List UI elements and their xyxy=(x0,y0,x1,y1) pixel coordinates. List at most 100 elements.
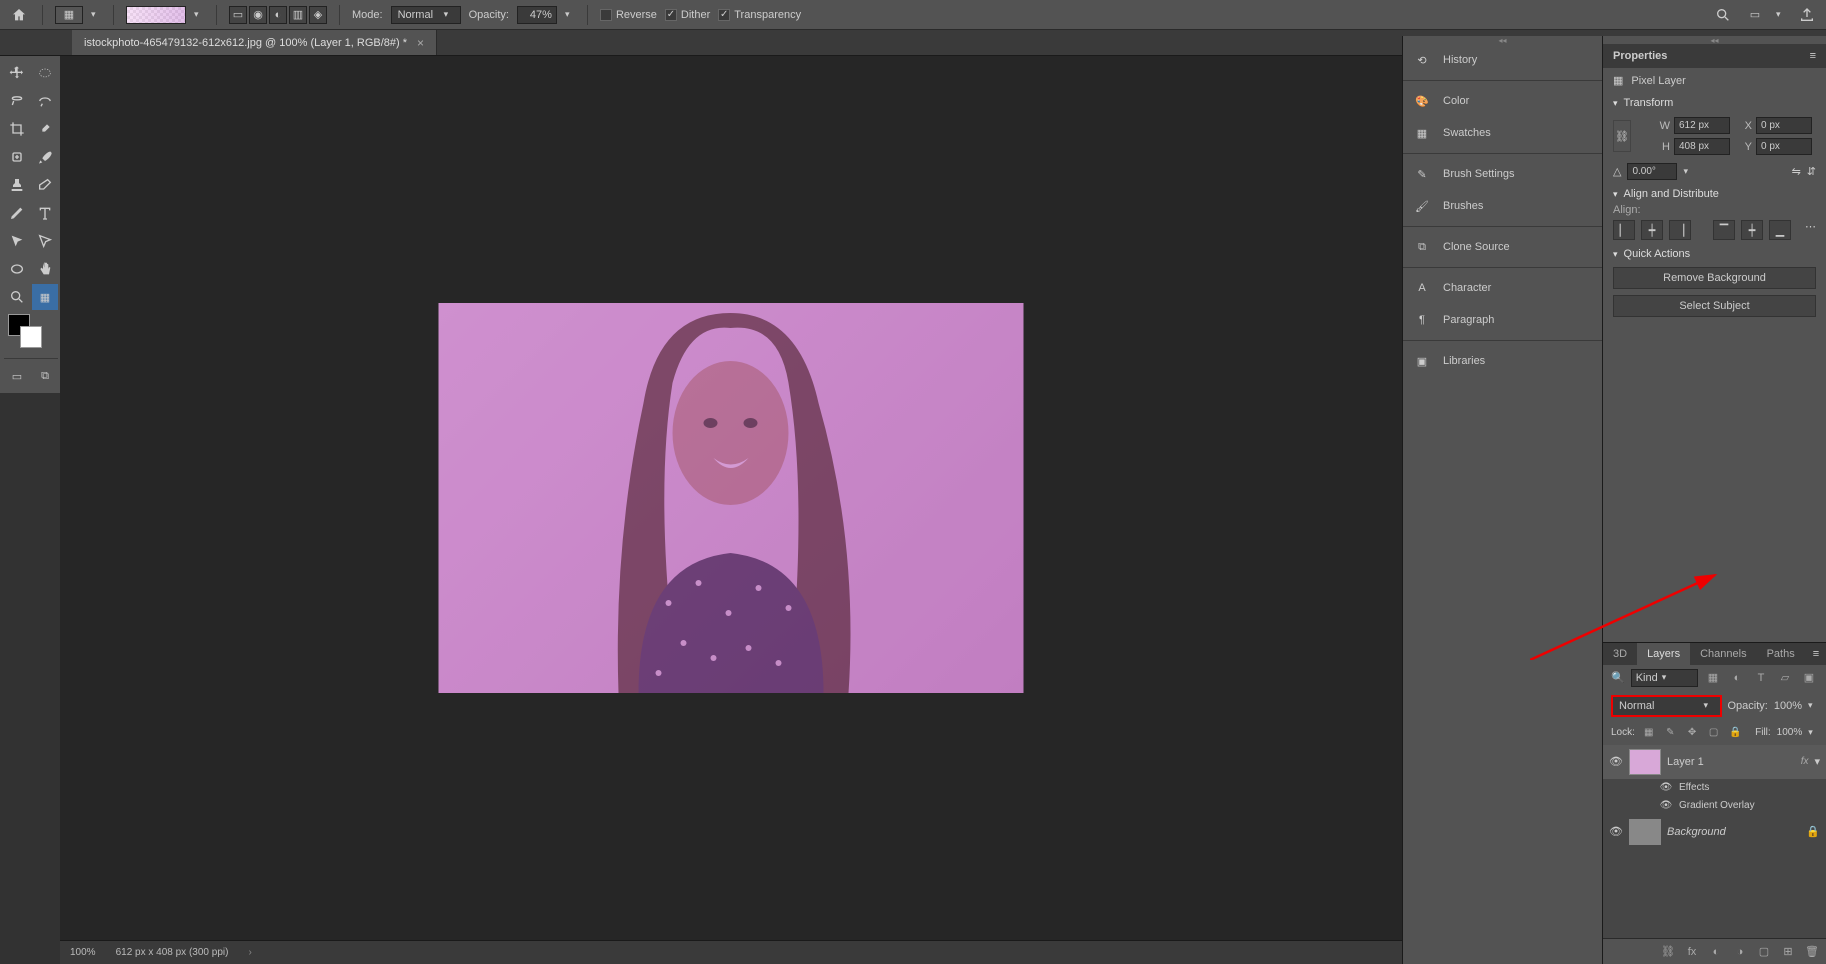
color-panel-button[interactable]: 🎨Color xyxy=(1403,85,1602,117)
chevron-down-icon[interactable]: ▾ xyxy=(91,9,101,20)
delete-layer-icon[interactable]: 🗑 xyxy=(1804,944,1820,960)
tab-3d[interactable]: 3D xyxy=(1603,643,1637,665)
chevron-right-icon[interactable]: › xyxy=(248,947,251,958)
filter-adjustment-icon[interactable]: ◐ xyxy=(1728,669,1746,687)
align-top-icon[interactable]: ▔ xyxy=(1713,220,1735,240)
align-right-icon[interactable]: ▕ xyxy=(1669,220,1691,240)
transform-section[interactable]: ▾Transform xyxy=(1603,93,1826,113)
workspace-icon[interactable]: ▭ xyxy=(1744,4,1766,26)
opacity-input[interactable]: 47% xyxy=(517,6,557,24)
align-left-icon[interactable]: ▏ xyxy=(1613,220,1635,240)
document-tab[interactable]: istockphoto-465479132-612x612.jpg @ 100%… xyxy=(72,30,437,55)
blend-mode-dropdown[interactable]: Normal▾ xyxy=(1611,695,1722,717)
crop-tool-icon[interactable] xyxy=(4,116,30,142)
stamp-tool-icon[interactable] xyxy=(4,172,30,198)
layer-opacity-input[interactable]: 100% xyxy=(1774,700,1802,712)
flip-horizontal-icon[interactable]: ⇋ xyxy=(1792,165,1801,178)
angle-input[interactable] xyxy=(1627,163,1677,180)
panel-menu-icon[interactable]: ≡ xyxy=(1810,50,1816,62)
hand-tool-icon[interactable] xyxy=(32,256,58,282)
visibility-icon[interactable]: 👁 xyxy=(1609,755,1623,769)
type-tool-icon[interactable] xyxy=(32,200,58,226)
visibility-icon[interactable]: 👁 xyxy=(1659,799,1673,813)
share-icon[interactable] xyxy=(1796,4,1818,26)
direct-select-icon[interactable] xyxy=(32,228,58,254)
color-swatches[interactable] xyxy=(4,312,58,354)
gradient-tool-icon[interactable]: ▦ xyxy=(32,284,58,310)
eyedropper-tool-icon[interactable] xyxy=(32,116,58,142)
lock-transparency-icon[interactable]: ▦ xyxy=(1641,725,1657,741)
lasso-tool-icon[interactable] xyxy=(4,88,30,114)
select-subject-button[interactable]: Select Subject xyxy=(1613,295,1816,317)
filter-pixel-icon[interactable]: ▦ xyxy=(1704,669,1722,687)
zoom-level[interactable]: 100% xyxy=(70,947,96,958)
gradient-overlay-row[interactable]: 👁Gradient Overlay xyxy=(1603,797,1826,815)
fx-badge[interactable]: fx xyxy=(1801,756,1809,767)
reflected-gradient-icon[interactable]: ▥ xyxy=(289,6,307,24)
quick-mask-icon[interactable]: ▭ xyxy=(4,363,30,389)
height-input[interactable] xyxy=(1674,138,1730,155)
blend-mode-dropdown[interactable]: Normal▾ xyxy=(391,6,461,24)
align-section[interactable]: ▾Align and Distribute xyxy=(1603,184,1826,204)
layer-row[interactable]: 👁 Background 🔒 xyxy=(1603,815,1826,849)
more-icon[interactable]: ⋯ xyxy=(1805,220,1816,240)
character-panel-button[interactable]: ACharacter xyxy=(1403,272,1602,304)
lock-all-icon[interactable]: 🔒 xyxy=(1727,725,1743,741)
layer-mask-icon[interactable]: ◐ xyxy=(1708,944,1724,960)
tab-paths[interactable]: Paths xyxy=(1757,643,1805,665)
new-layer-icon[interactable]: ⊞ xyxy=(1780,944,1796,960)
adjustment-layer-icon[interactable]: ◑ xyxy=(1732,944,1748,960)
flip-vertical-icon[interactable]: ⇵ xyxy=(1807,165,1816,178)
reverse-checkbox[interactable] xyxy=(600,9,612,21)
zoom-tool-icon[interactable] xyxy=(4,284,30,310)
screen-mode-icon[interactable]: ⧉ xyxy=(32,363,58,389)
history-panel-button[interactable]: ⟲History xyxy=(1403,44,1602,76)
layer-thumbnail[interactable] xyxy=(1629,819,1661,845)
chevron-down-icon[interactable]: ▾ xyxy=(1808,700,1818,711)
tab-layers[interactable]: Layers xyxy=(1637,643,1690,665)
pen-tool-icon[interactable] xyxy=(4,200,30,226)
brushes-panel-button[interactable]: 🖌Brushes xyxy=(1403,190,1602,222)
brush-settings-panel-button[interactable]: ✎Brush Settings xyxy=(1403,158,1602,190)
layer-row[interactable]: 👁 Layer 1 fx ▾ xyxy=(1603,745,1826,779)
path-tool-icon[interactable] xyxy=(4,228,30,254)
lock-position-icon[interactable]: ✥ xyxy=(1684,725,1700,741)
search-icon[interactable] xyxy=(1712,4,1734,26)
diamond-gradient-icon[interactable]: ◈ xyxy=(309,6,327,24)
remove-background-button[interactable]: Remove Background xyxy=(1613,267,1816,289)
gradient-preview[interactable] xyxy=(126,6,186,24)
align-center-h-icon[interactable]: ┿ xyxy=(1641,220,1663,240)
x-input[interactable] xyxy=(1756,117,1812,134)
effects-row[interactable]: 👁Effects xyxy=(1603,779,1826,797)
link-dimensions-icon[interactable]: ⛓ xyxy=(1613,120,1631,152)
align-center-v-icon[interactable]: ┿ xyxy=(1741,220,1763,240)
lock-artboard-icon[interactable]: ▢ xyxy=(1706,725,1722,741)
healing-tool-icon[interactable] xyxy=(4,144,30,170)
collapse-handle[interactable]: ◂◂ xyxy=(1603,36,1826,44)
panel-menu-icon[interactable]: ≡ xyxy=(1805,643,1826,665)
chevron-down-icon[interactable]: ▾ xyxy=(1776,9,1786,20)
fill-input[interactable]: 100% xyxy=(1777,727,1803,738)
layer-filter-dropdown[interactable]: Kind▾ xyxy=(1631,669,1698,687)
paragraph-panel-button[interactable]: ¶Paragraph xyxy=(1403,304,1602,336)
layer-style-icon[interactable]: fx xyxy=(1684,944,1700,960)
search-icon[interactable]: 🔍 xyxy=(1611,671,1625,684)
dither-checkbox[interactable] xyxy=(665,9,677,21)
layer-thumbnail[interactable] xyxy=(1629,749,1661,775)
chevron-down-icon[interactable]: ▾ xyxy=(1814,755,1820,768)
eraser-tool-icon[interactable] xyxy=(32,172,58,198)
lock-pixels-icon[interactable]: ✎ xyxy=(1663,725,1679,741)
y-input[interactable] xyxy=(1756,138,1812,155)
chevron-down-icon[interactable]: ▾ xyxy=(1683,166,1693,177)
libraries-panel-button[interactable]: ▣Libraries xyxy=(1403,345,1602,377)
transparency-checkbox[interactable] xyxy=(718,9,730,21)
tab-channels[interactable]: Channels xyxy=(1690,643,1756,665)
chevron-down-icon[interactable]: ▾ xyxy=(194,9,204,20)
layer-name[interactable]: Background xyxy=(1667,826,1800,838)
lock-icon[interactable]: 🔒 xyxy=(1806,825,1820,838)
clone-source-panel-button[interactable]: ⧉Clone Source xyxy=(1403,231,1602,263)
selection-tool-icon[interactable] xyxy=(32,88,58,114)
brush-tool-icon[interactable] xyxy=(32,144,58,170)
group-icon[interactable]: ▢ xyxy=(1756,944,1772,960)
collapse-handle[interactable]: ◂◂ xyxy=(1403,36,1602,44)
